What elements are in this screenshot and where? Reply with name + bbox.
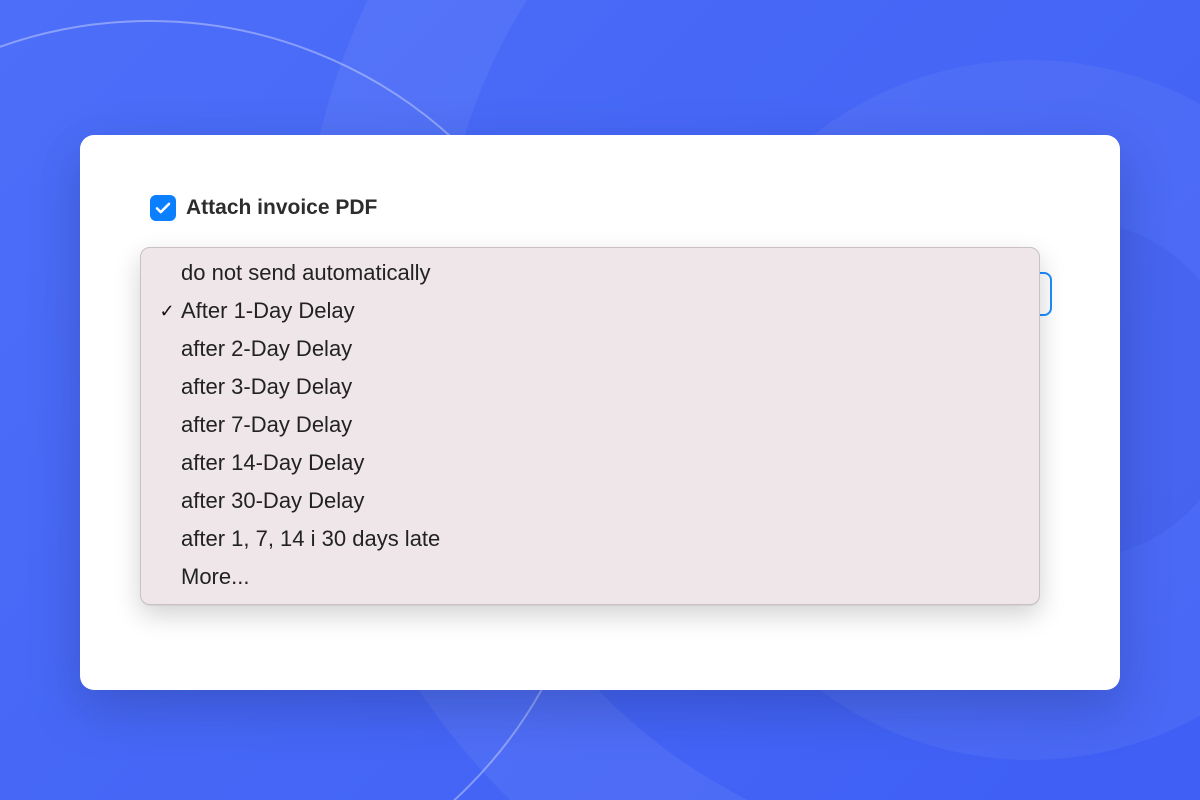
delay-option-3-day[interactable]: after 3-Day Delay bbox=[141, 368, 1039, 406]
option-label: after 7-Day Delay bbox=[179, 412, 352, 438]
option-label: after 3-Day Delay bbox=[179, 374, 352, 400]
delay-option-1-day[interactable]: ✓ After 1-Day Delay bbox=[141, 292, 1039, 330]
delay-option-30-day[interactable]: after 30-Day Delay bbox=[141, 482, 1039, 520]
delay-option-14-day[interactable]: after 14-Day Delay bbox=[141, 444, 1039, 482]
delay-option-more[interactable]: More... bbox=[141, 558, 1039, 596]
card-content: Attach invoice PDF bbox=[150, 195, 1060, 245]
option-label: after 14-Day Delay bbox=[179, 450, 364, 476]
option-label: after 1, 7, 14 i 30 days late bbox=[179, 526, 440, 552]
attach-pdf-label: Attach invoice PDF bbox=[186, 196, 377, 220]
settings-card: Attach invoice PDF ⌄ do not send automat… bbox=[80, 135, 1120, 690]
option-label: After 1-Day Delay bbox=[179, 298, 355, 324]
option-label: do not send automatically bbox=[179, 260, 431, 286]
selected-check-icon: ✓ bbox=[155, 301, 179, 322]
delay-option-do-not-send[interactable]: do not send automatically bbox=[141, 254, 1039, 292]
option-label: More... bbox=[179, 564, 249, 590]
attach-pdf-row: Attach invoice PDF bbox=[150, 195, 1060, 221]
check-icon bbox=[154, 199, 172, 217]
option-label: after 30-Day Delay bbox=[179, 488, 364, 514]
option-label: after 2-Day Delay bbox=[179, 336, 352, 362]
delay-option-7-day[interactable]: after 7-Day Delay bbox=[141, 406, 1039, 444]
delay-option-2-day[interactable]: after 2-Day Delay bbox=[141, 330, 1039, 368]
delay-option-multi[interactable]: after 1, 7, 14 i 30 days late bbox=[141, 520, 1039, 558]
delay-dropdown-menu: do not send automatically ✓ After 1-Day … bbox=[140, 247, 1040, 605]
attach-pdf-checkbox[interactable] bbox=[150, 195, 176, 221]
